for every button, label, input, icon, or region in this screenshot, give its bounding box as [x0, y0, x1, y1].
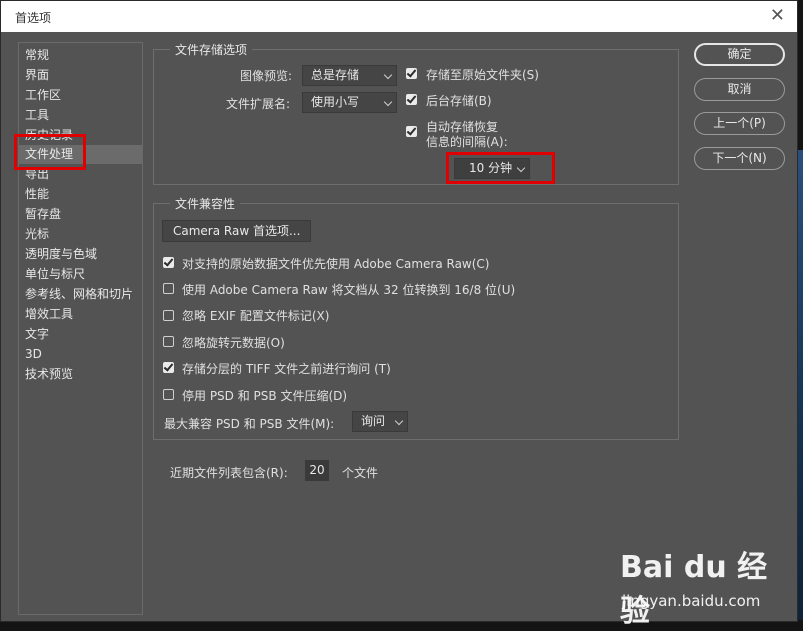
image-preview-value: 总是存储: [311, 68, 360, 82]
sidebar-item-technology-previews[interactable]: 技术预览: [19, 365, 142, 384]
ask-layered-tiff-checkbox[interactable]: [163, 362, 174, 373]
file-saving-group: 文件存储选项 图像预览: 总是存储 文件扩展名: 使用小写 存储至原始文件夹(S…: [153, 41, 679, 185]
disable-psd-compression-label: 停用 PSD 和 PSB 文件压缩(D): [182, 389, 348, 403]
close-icon[interactable]: ✕: [770, 6, 785, 26]
ignore-exif-label: 忽略 EXIF 配置文件标记(X): [182, 309, 330, 323]
convert-32bit-checkbox[interactable]: [163, 283, 174, 294]
sidebar-item-transparency-gamut[interactable]: 透明度与色域: [19, 245, 142, 264]
background-save-checkbox[interactable]: [406, 94, 417, 105]
file-compatibility-title: 文件兼容性: [170, 195, 241, 212]
ok-button[interactable]: 确定: [694, 43, 785, 66]
sidebar-item-plugins[interactable]: 增效工具: [19, 305, 142, 324]
image-preview-select[interactable]: 总是存储: [302, 65, 397, 86]
sidebar-item-type[interactable]: 文字: [19, 325, 142, 344]
sidebar-highlight-box: [14, 134, 86, 170]
category-sidebar: 常规 界面 工作区 工具 历史记录 文件处理 导出 性能 暂存盘 光标 透明度与…: [18, 42, 143, 615]
background-save-label: 后台存储(B): [426, 94, 492, 108]
interval-highlight-box: [446, 152, 555, 184]
disable-psd-compression-checkbox[interactable]: [163, 389, 174, 400]
save-to-original-label: 存储至原始文件夹(S): [426, 68, 539, 82]
chevron-down-icon: [383, 97, 393, 107]
save-to-original-checkbox[interactable]: [406, 68, 417, 79]
sidebar-item-workspace[interactable]: 工作区: [19, 86, 142, 105]
extension-select[interactable]: 使用小写: [302, 92, 397, 113]
auto-save-checkbox[interactable]: [406, 126, 417, 137]
cancel-button[interactable]: 取消: [694, 78, 785, 101]
max-compat-label: 最大兼容 PSD 和 PSB 文件(M):: [164, 417, 335, 431]
sidebar-item-performance[interactable]: 性能: [19, 185, 142, 204]
watermark-url: jingyan.baidu.com: [622, 592, 761, 610]
sidebar-item-interface[interactable]: 界面: [19, 66, 142, 85]
file-saving-title: 文件存储选项: [170, 41, 253, 58]
window-title: 首选项: [15, 11, 52, 25]
max-compat-select[interactable]: 询问: [352, 411, 408, 432]
sidebar-item-tools[interactable]: 工具: [19, 106, 142, 125]
baidu-jingyan-watermark: Bai du 经验 jingyan.baidu.com: [620, 542, 790, 629]
image-preview-label: 图像预览:: [240, 69, 293, 83]
recent-files-input[interactable]: 20: [305, 460, 329, 481]
chevron-down-icon: [383, 70, 393, 80]
ignore-rotation-label: 忽略旋转元数据(O): [182, 336, 285, 350]
auto-save-label-line2: 信息的间隔(A):: [426, 135, 508, 149]
extension-value: 使用小写: [311, 95, 360, 109]
preferences-dialog: 首选项 ✕ 常规 界面 工作区 工具 历史记录 文件处理 导出 性能 暂存盘 光…: [0, 0, 798, 622]
ignore-rotation-checkbox[interactable]: [163, 336, 174, 347]
chevron-down-icon: [394, 416, 404, 426]
recent-files-suffix: 个文件: [342, 466, 379, 480]
camera-raw-preferences-button[interactable]: Camera Raw 首选项...: [162, 220, 312, 242]
next-button[interactable]: 下一个(N): [694, 147, 785, 170]
file-compatibility-group: 文件兼容性 Camera Raw 首选项... 对支持的原始数据文件优先使用 A…: [153, 195, 679, 440]
sidebar-item-units-rulers[interactable]: 单位与标尺: [19, 265, 142, 284]
convert-32bit-label: 使用 Adobe Camera Raw 将文档从 32 位转换到 16/8 位(…: [182, 283, 516, 297]
prefer-camera-raw-checkbox[interactable]: [163, 257, 174, 268]
title-bar: 首选项 ✕: [1, 1, 797, 32]
prefer-camera-raw-label: 对支持的原始数据文件优先使用 Adobe Camera Raw(C): [182, 257, 490, 271]
sidebar-item-scratch-disks[interactable]: 暂存盘: [19, 205, 142, 224]
extension-label: 文件扩展名:: [226, 97, 291, 111]
recent-files-label: 近期文件列表包含(R):: [170, 466, 288, 480]
sidebar-item-3d[interactable]: 3D: [19, 345, 142, 364]
max-compat-value: 询问: [361, 414, 386, 428]
sidebar-item-guides-grid-slices[interactable]: 参考线、网格和切片: [19, 285, 142, 304]
prev-button[interactable]: 上一个(P): [694, 112, 785, 135]
ask-layered-tiff-label: 存储分层的 TIFF 文件之前进行询问 (T): [182, 362, 391, 376]
sidebar-item-general[interactable]: 常规: [19, 46, 142, 65]
ignore-exif-checkbox[interactable]: [163, 310, 174, 321]
watermark-logo: Bai du 经验: [620, 550, 768, 629]
sidebar-item-cursors[interactable]: 光标: [19, 225, 142, 244]
